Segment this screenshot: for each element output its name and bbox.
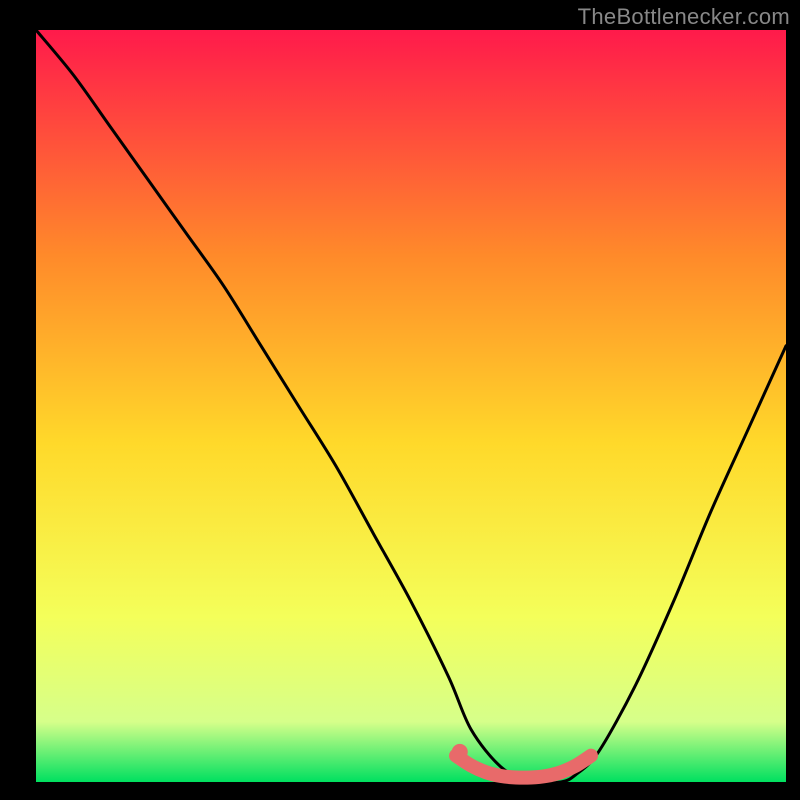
bottleneck-chart [0, 0, 800, 800]
attribution-text: TheBottlenecker.com [578, 4, 790, 30]
plot-area [36, 30, 786, 782]
highlight-dot [452, 744, 468, 760]
chart-container: TheBottlenecker.com [0, 0, 800, 800]
